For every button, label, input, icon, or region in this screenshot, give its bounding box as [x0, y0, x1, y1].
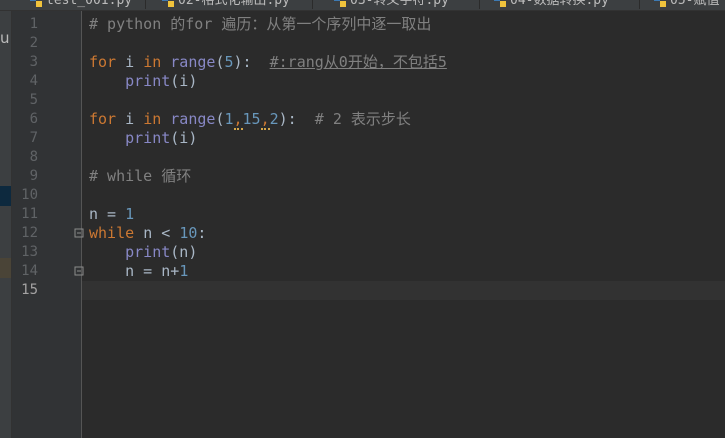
number: 1 — [224, 110, 234, 128]
code-line-7[interactable]: print(i) — [89, 129, 197, 148]
line-number: 14 — [21, 263, 38, 279]
line-number: 12 — [21, 225, 38, 241]
code-line-13[interactable]: print(n) — [89, 243, 197, 262]
operator: < — [152, 224, 180, 242]
call-args: (i) — [170, 72, 198, 90]
operator: = — [98, 205, 126, 223]
code-line-6[interactable]: for i in range(1,15,2): # 2 表示步长 — [89, 110, 411, 130]
number: 2 — [269, 110, 279, 128]
current-line-highlight — [82, 281, 725, 300]
line-number: 7 — [29, 130, 38, 146]
tab-test-001[interactable]: test_001.py — [26, 0, 146, 9]
comment: # 2 表示步长 — [314, 110, 411, 128]
comment: #:rang从0开始，不包括5 — [269, 53, 447, 71]
project-panel-letter: u — [0, 29, 10, 47]
line-number: 4 — [29, 73, 38, 89]
code-line-14[interactable]: n = n+1 — [89, 262, 188, 281]
project-panel-strip[interactable]: u — [0, 11, 12, 438]
call-args: (i) — [170, 129, 198, 147]
fold-marker-icon[interactable] — [74, 266, 84, 276]
keyword-in: in — [143, 53, 162, 71]
python-file-icon — [162, 0, 174, 7]
builtin-print: print — [125, 129, 171, 147]
variable-n: n — [143, 224, 153, 242]
highlighted-row-marker — [0, 258, 11, 278]
keyword-for: for — [89, 53, 117, 71]
line-number: 5 — [29, 92, 38, 108]
builtin-range: range — [170, 53, 216, 71]
number: 10 — [179, 224, 198, 242]
variable-i: i — [125, 110, 135, 128]
tab-02[interactable]: 02-格式化输出.py — [158, 0, 313, 9]
tab-04[interactable]: 04-数据转换.py — [490, 0, 640, 9]
fold-marker-icon[interactable] — [74, 228, 84, 238]
operator: = — [134, 262, 162, 280]
tab-label: test_001.py — [46, 0, 133, 8]
builtin-print: print — [125, 72, 171, 90]
tab-03[interactable]: 03-转义字符.py — [330, 0, 480, 9]
editor-tab-bar: test_001.py 02-格式化输出.py 03-转义字符.py 04-数据… — [0, 0, 725, 11]
python-file-icon — [494, 0, 506, 7]
line-number: 10 — [21, 187, 38, 203]
line-number: 8 — [29, 149, 38, 165]
number: 15 — [242, 110, 261, 128]
python-file-icon — [30, 0, 42, 7]
tab-label: 02-格式化输出.py — [178, 0, 290, 8]
line-number: 13 — [21, 244, 38, 260]
builtin-range: range — [170, 110, 216, 128]
paren: ): — [233, 53, 252, 71]
python-file-icon — [334, 0, 346, 7]
line-number: 2 — [29, 35, 38, 51]
keyword-for: for — [89, 110, 117, 128]
number: 1 — [125, 205, 135, 223]
python-file-icon — [654, 0, 666, 7]
line-number: 1 — [29, 16, 38, 32]
variable-n: n — [89, 205, 99, 223]
line-number: 11 — [21, 206, 38, 222]
number: 5 — [224, 53, 234, 71]
expression: n+ — [161, 262, 180, 280]
colon: : — [197, 224, 207, 242]
number: 1 — [179, 262, 189, 280]
tab-label: 05-赋值 — [670, 0, 720, 8]
tab-label: 03-转义字符.py — [350, 0, 449, 8]
tab-05[interactable]: 05-赋值 — [650, 0, 725, 9]
code-line-1[interactable]: # python 的for 遍历：从第一个序列中逐一取出 — [89, 15, 431, 34]
comma-warning: , — [260, 110, 270, 130]
variable-n: n — [125, 262, 135, 280]
call-args: (n) — [170, 243, 198, 261]
code-line-9[interactable]: # while 循环 — [89, 167, 191, 186]
code-line-4[interactable]: print(i) — [89, 72, 197, 91]
line-number: 9 — [29, 168, 38, 184]
builtin-print: print — [125, 243, 171, 261]
code-line-12[interactable]: while n < 10: — [89, 224, 206, 243]
line-number-current: 15 — [21, 282, 38, 298]
code-line-11[interactable]: n = 1 — [89, 205, 134, 224]
keyword-while: while — [89, 224, 135, 242]
comma-warning: , — [233, 110, 243, 130]
variable-i: i — [125, 53, 135, 71]
line-number: 6 — [29, 111, 38, 127]
paren: ): — [278, 110, 297, 128]
keyword-in: in — [143, 110, 162, 128]
selected-row-marker — [0, 186, 11, 206]
line-number: 3 — [29, 54, 38, 70]
comment: # python 的for 遍历：从第一个序列中逐一取出 — [89, 15, 432, 33]
tab-label: 04-数据转换.py — [510, 0, 609, 8]
code-line-3[interactable]: for i in range(5): #:rang从0开始，不包括5 — [89, 53, 447, 72]
comment: # while 循环 — [89, 167, 192, 185]
